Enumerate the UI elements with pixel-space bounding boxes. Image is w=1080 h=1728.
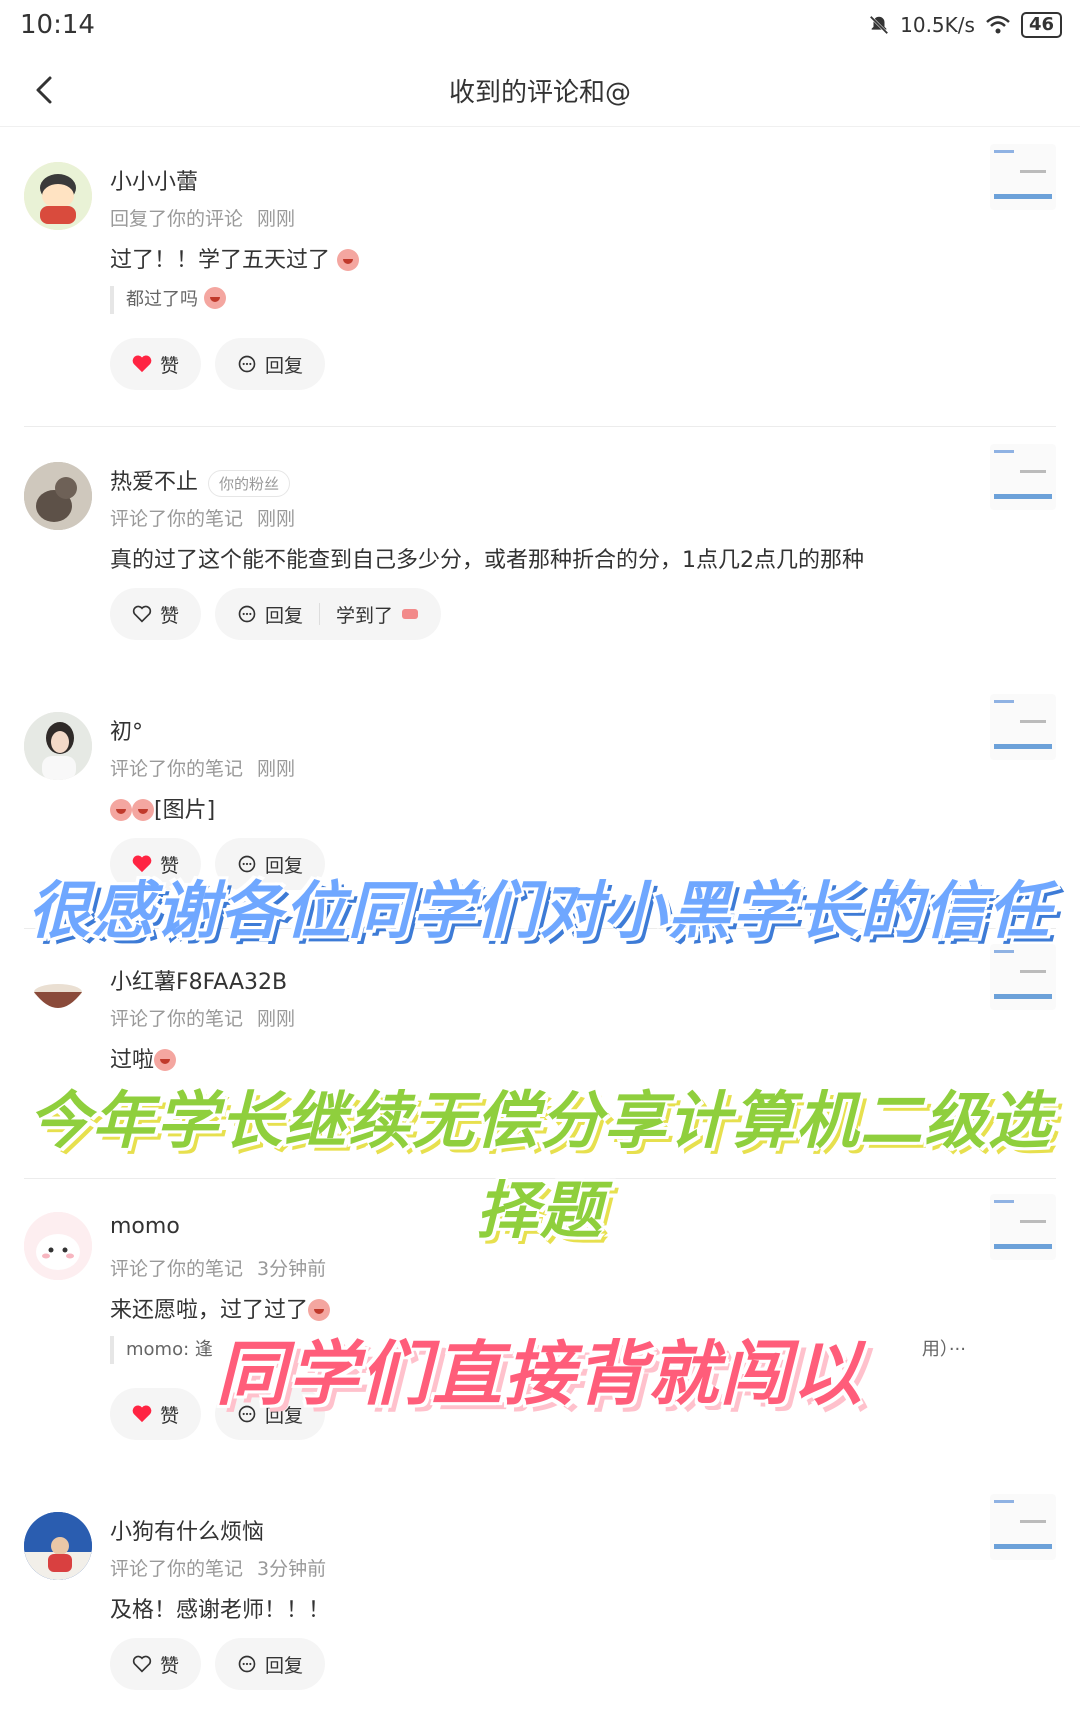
avatar[interactable] bbox=[24, 462, 92, 530]
reply-label: 回复 bbox=[265, 604, 304, 627]
comment-action: 回复了你的评论 bbox=[110, 208, 244, 230]
like-label: 赞 bbox=[160, 604, 180, 627]
note-thumbnail[interactable] bbox=[990, 144, 1056, 210]
comment-bubble-icon bbox=[238, 605, 256, 623]
scared-emoji-icon bbox=[110, 799, 132, 821]
avatar-image bbox=[24, 1512, 92, 1580]
top-navigation-bar: 收到的评论和@ bbox=[0, 56, 1080, 127]
reply-button[interactable]: 回复 bbox=[215, 338, 326, 390]
note-thumbnail-image bbox=[994, 450, 1052, 499]
comment-actions: 赞 回复 学到了 bbox=[110, 588, 442, 640]
comment-item[interactable]: 热爱不止 你的粉丝 评论了你的笔记 刚刚 真的过了这个能不能查到自己多少分，或者那种… bbox=[0, 442, 1080, 672]
comment-text: 真的过了这个能不能查到自己多少分，或者那种折合的分，1点几2点几的那种 bbox=[110, 548, 864, 573]
note-thumbnail-image bbox=[994, 950, 1052, 999]
avatar[interactable] bbox=[24, 712, 92, 780]
crying-emoji-icon bbox=[203, 287, 226, 309]
crying-emoji-icon bbox=[154, 1049, 177, 1071]
separator bbox=[319, 603, 321, 625]
comment-text: 及格！感谢老师！！！ bbox=[110, 1598, 331, 1623]
reply-label: 回复 bbox=[265, 354, 304, 377]
laughing-emoji-icon bbox=[337, 249, 360, 271]
avatar-image bbox=[24, 462, 92, 530]
comment-meta: 评论了你的笔记 3分钟前 bbox=[110, 1254, 326, 1281]
comment-time: 刚刚 bbox=[257, 1008, 296, 1030]
comment-text: [图片] bbox=[110, 792, 215, 824]
like-label: 赞 bbox=[160, 1654, 180, 1677]
comment-meta: 评论了你的笔记 3分钟前 bbox=[110, 1554, 326, 1581]
comment-text-body: [图片] bbox=[154, 798, 216, 823]
comment-action: 评论了你的笔记 bbox=[110, 508, 244, 530]
note-thumbnail-image bbox=[994, 150, 1052, 199]
comment-action: 评论了你的笔记 bbox=[110, 1258, 244, 1280]
commenter-name[interactable]: 初° bbox=[110, 714, 143, 746]
comment-action: 评论了你的笔记 bbox=[110, 1558, 244, 1580]
comment-time: 刚刚 bbox=[257, 208, 296, 230]
like-button[interactable]: 赞 bbox=[110, 588, 202, 640]
quoted-text: 都过了吗 bbox=[126, 289, 198, 310]
comment-meta: 评论了你的笔记 刚刚 bbox=[110, 504, 295, 531]
comment-time: 刚刚 bbox=[257, 758, 296, 780]
avatar-image bbox=[24, 712, 92, 780]
commenter-name[interactable]: 热爱不止 你的粉丝 bbox=[110, 464, 291, 497]
comment-actions: 赞 回复 bbox=[110, 338, 326, 390]
commenter-name[interactable]: 小狗有什么烦恼 bbox=[110, 1514, 264, 1546]
quoted-comment: 都过了吗 bbox=[110, 286, 226, 314]
comment-time: 刚刚 bbox=[257, 508, 296, 530]
note-thumbnail-image bbox=[994, 700, 1052, 749]
comment-text: 过了！！学了五天过了 bbox=[110, 242, 360, 274]
comment-text-body: 过了！！学了五天过了 bbox=[110, 248, 331, 273]
overlay-caption-1: 很感谢各位同学们对小黑学长的信任 bbox=[27, 874, 1052, 947]
commenter-name[interactable]: 小小小蕾 bbox=[110, 164, 198, 196]
avatar[interactable] bbox=[24, 962, 92, 1030]
note-thumbnail[interactable] bbox=[990, 1494, 1056, 1560]
commenter-name[interactable]: 小红薯F8FAA32B bbox=[110, 964, 287, 996]
reply-button[interactable]: 回复 bbox=[215, 1638, 326, 1690]
avatar-image bbox=[24, 962, 92, 1030]
comment-item[interactable]: 小小小蕾 回复了你的评论 刚刚 过了！！学了五天过了 都过了吗 赞 回复 bbox=[0, 142, 1080, 442]
network-speed: 10.5K/s bbox=[900, 13, 975, 37]
wifi-icon bbox=[986, 15, 1010, 34]
comment-time: 3分钟前 bbox=[257, 1558, 327, 1580]
comment-meta: 回复了你的评论 刚刚 bbox=[110, 204, 295, 231]
note-thumbnail-image bbox=[994, 1500, 1052, 1549]
page-title: 收到的评论和@ bbox=[448, 78, 631, 108]
heart-filled-icon bbox=[132, 355, 152, 373]
quick-reply-label[interactable]: 学到了 bbox=[336, 601, 393, 628]
comment-actions: 赞 回复 bbox=[110, 1638, 326, 1690]
heart-outline-icon bbox=[132, 1655, 152, 1673]
overlay-caption-2: 今年学长继续无偿分享计算机二级选择题 bbox=[27, 1084, 1052, 1247]
comment-time: 3分钟前 bbox=[257, 1258, 327, 1280]
note-thumbnail[interactable] bbox=[990, 944, 1056, 1010]
heart-outline-icon bbox=[132, 605, 152, 623]
divider bbox=[24, 426, 1056, 427]
comment-meta: 评论了你的笔记 刚刚 bbox=[110, 1004, 295, 1031]
comment-action: 评论了你的笔记 bbox=[110, 758, 244, 780]
reply-label: 回复 bbox=[265, 1654, 304, 1677]
battery-indicator: 46 bbox=[1020, 12, 1062, 38]
comment-action: 评论了你的笔记 bbox=[110, 1008, 244, 1030]
avatar-image bbox=[24, 162, 92, 230]
like-label: 赞 bbox=[160, 354, 180, 377]
comment-meta: 评论了你的笔记 刚刚 bbox=[110, 754, 295, 781]
status-time: 10:14 bbox=[20, 10, 95, 40]
note-thumbnail[interactable] bbox=[990, 694, 1056, 760]
fan-badge: 你的粉丝 bbox=[208, 469, 291, 497]
avatar[interactable] bbox=[24, 162, 92, 230]
like-button[interactable]: 赞 bbox=[110, 338, 202, 390]
comment-bubble-icon bbox=[238, 1655, 256, 1673]
crying-emoji-icon bbox=[132, 799, 154, 821]
overlay-caption-3: 同学们直接背就闯以 bbox=[216, 1333, 864, 1415]
mute-bell-icon bbox=[869, 15, 889, 35]
sticker-icon bbox=[402, 609, 419, 619]
like-button[interactable]: 赞 bbox=[110, 1638, 202, 1690]
status-icons: 10.5K/s 46 bbox=[868, 12, 1062, 38]
commenter-name-text: 热爱不止 bbox=[110, 470, 199, 495]
reply-button[interactable]: 回复 学到了 bbox=[215, 588, 442, 640]
note-thumbnail[interactable] bbox=[990, 444, 1056, 510]
avatar[interactable] bbox=[24, 1512, 92, 1580]
status-bar: 10:14 10.5K/s 46 bbox=[0, 0, 1080, 56]
comment-bubble-icon bbox=[238, 355, 256, 373]
comment-item[interactable]: 小狗有什么烦恼 评论了你的笔记 3分钟前 及格！感谢老师！！！ 赞 回复 bbox=[0, 1492, 1080, 1728]
